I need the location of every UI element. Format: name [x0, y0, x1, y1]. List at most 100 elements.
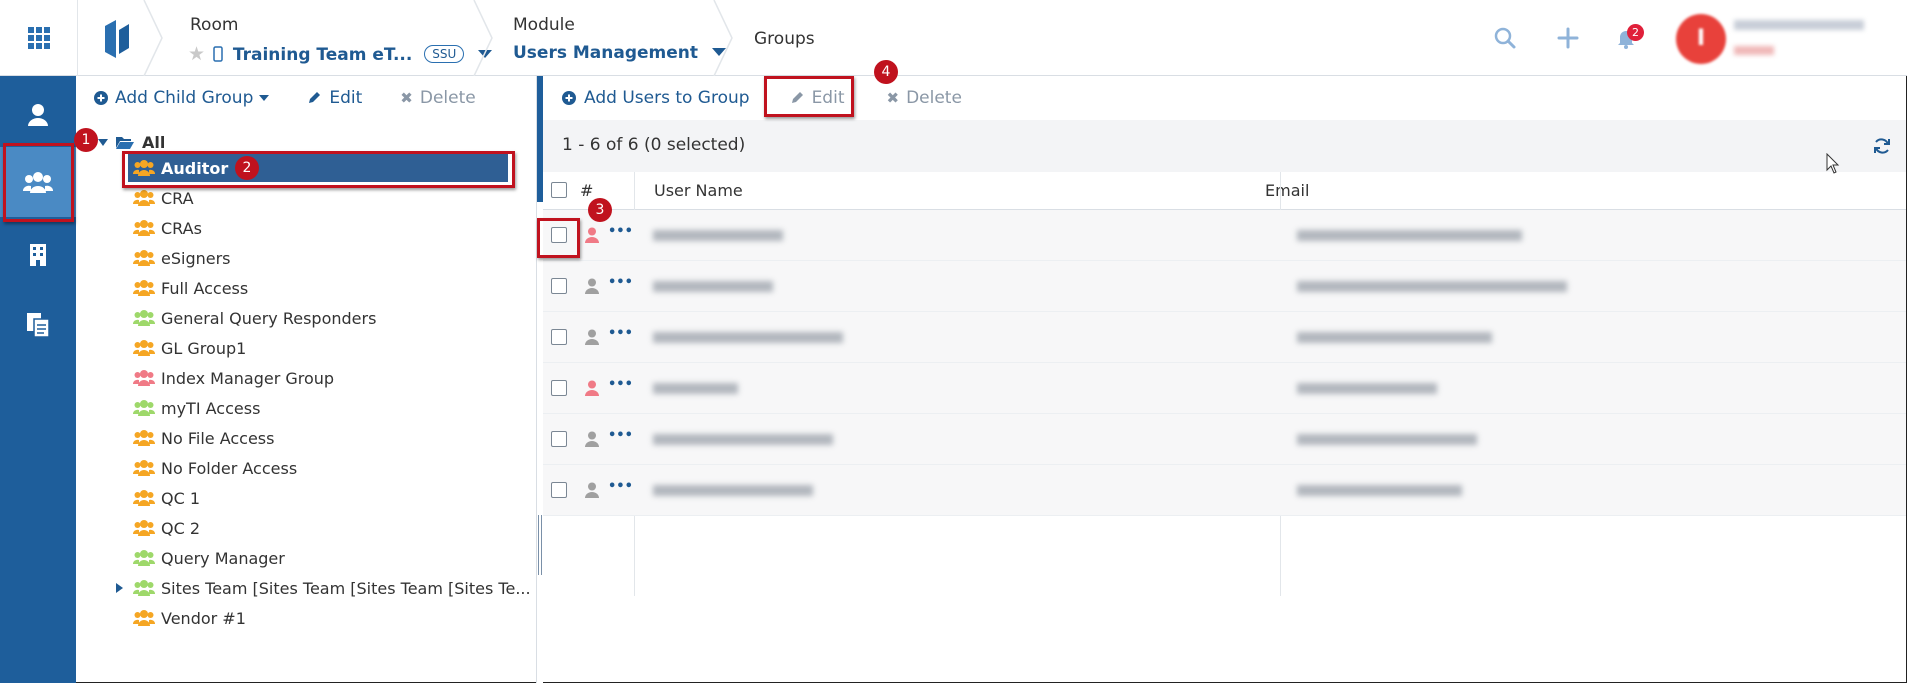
tree-item-label: GL Group1: [161, 338, 247, 358]
row-actions-icon[interactable]: •••: [608, 224, 633, 239]
tree-item[interactable]: General Query Responders: [133, 304, 376, 332]
tree-item-label: Query Manager: [161, 548, 285, 568]
mobile-icon: [213, 46, 223, 62]
tree-item[interactable]: CRAs: [133, 214, 202, 242]
resize-handle[interactable]: [538, 515, 542, 575]
add-users-label: Add Users to Group: [584, 88, 750, 108]
group-icon: [133, 340, 155, 356]
group-icon: [133, 310, 155, 326]
tree-item[interactable]: QC 1: [133, 484, 200, 512]
column-header-user-name[interactable]: User Name: [654, 181, 743, 200]
close-icon: ✖: [886, 89, 900, 107]
row-checkbox[interactable]: [551, 482, 567, 498]
tree-item[interactable]: Index Manager Group: [133, 364, 334, 392]
search-icon[interactable]: [1493, 26, 1517, 50]
tree-item-label: CRA: [161, 188, 194, 208]
tree-item[interactable]: No File Access: [133, 424, 274, 452]
collapse-icon[interactable]: [98, 138, 108, 146]
star-icon[interactable]: ★: [188, 43, 205, 65]
callout-box-auditor: [122, 151, 515, 188]
room-selector[interactable]: ★ Training Team eT... SSU: [188, 43, 493, 65]
tree-item-label: Index Manager Group: [161, 368, 335, 388]
add-child-group-button[interactable]: Add Child Group: [94, 88, 270, 108]
pencil-icon: [309, 92, 321, 103]
tree-item[interactable]: Full Access: [133, 274, 248, 302]
callout-badge-4: 4: [874, 60, 898, 84]
row-checkbox[interactable]: [551, 431, 567, 447]
tree-item[interactable]: No Folder Access: [133, 454, 297, 482]
table-row[interactable]: •••: [543, 210, 1906, 261]
column-header-num: #: [580, 181, 594, 200]
nav-users[interactable]: [0, 80, 76, 150]
row-checkbox[interactable]: [551, 278, 567, 294]
breadcrumb-room[interactable]: Room ★ Training Team eT... SSU: [188, 0, 493, 76]
tree-item[interactable]: GL Group1: [133, 334, 246, 362]
delete-group-button[interactable]: ✖ Delete: [400, 88, 475, 108]
row-actions-icon[interactable]: •••: [608, 377, 633, 392]
tree-item[interactable]: CRA: [133, 184, 194, 212]
tree-item-label: No File Access: [161, 428, 275, 448]
tree-item[interactable]: Query Manager: [133, 544, 285, 572]
user-icon: [585, 227, 599, 243]
row-actions-icon[interactable]: •••: [608, 275, 633, 290]
tree-item[interactable]: Vendor #1: [133, 604, 246, 632]
user-icon: [28, 104, 48, 126]
user-name-redacted: [653, 281, 773, 292]
module-label: Module: [513, 15, 575, 35]
tree-item-label: QC 1: [161, 488, 201, 508]
email-redacted: [1297, 281, 1567, 292]
group-members-panel: Add Users to Group Edit ✖ Delete 1 - 6 o…: [543, 76, 1906, 683]
tree-item[interactable]: Sites Team [Sites Team [Sites Team [Site…: [116, 574, 531, 602]
add-users-to-group-button[interactable]: Add Users to Group: [562, 88, 750, 108]
callout-box-checkbox: [537, 218, 580, 258]
breadcrumb-page: Groups: [754, 0, 854, 76]
row-actions-icon[interactable]: •••: [608, 479, 633, 494]
avatar[interactable]: I: [1676, 14, 1726, 64]
row-checkbox[interactable]: [551, 380, 567, 396]
module-name: Users Management: [513, 43, 699, 63]
select-all-checkbox[interactable]: [551, 182, 567, 198]
group-icon: [133, 220, 155, 236]
user-name-redacted: [653, 383, 738, 394]
group-icon: [133, 430, 155, 446]
apps-menu-button[interactable]: [0, 0, 78, 76]
breadcrumb-module[interactable]: Module Users Management: [513, 0, 726, 76]
delete-members-button[interactable]: ✖ Delete: [886, 88, 961, 108]
breadcrumb-separator-icon: [473, 0, 493, 76]
row-actions-icon[interactable]: •••: [608, 326, 633, 341]
nav-documents[interactable]: [0, 290, 76, 360]
tree-root-label: All: [142, 132, 166, 152]
pagination-bar: 1 - 6 of 6 (0 selected): [543, 120, 1906, 172]
top-bar: Room ★ Training Team eT... SSU Module Us…: [0, 0, 1907, 76]
refresh-icon[interactable]: [1872, 136, 1892, 156]
table-row[interactable]: •••: [543, 261, 1906, 312]
tree-item[interactable]: myTI Access: [133, 394, 260, 422]
mouse-cursor-icon: [1826, 153, 1840, 174]
tree-item-label: eSigners: [161, 248, 231, 268]
group-icon: [133, 550, 155, 566]
nav-organization[interactable]: [0, 220, 76, 290]
module-selector[interactable]: Users Management: [513, 43, 726, 63]
app-logo-icon: [105, 20, 129, 58]
edit-group-button[interactable]: Edit: [307, 88, 362, 108]
callout-box-nav-groups: [3, 143, 74, 222]
tree-item-label: Full Access: [161, 278, 249, 298]
column-header-email[interactable]: Email: [1265, 181, 1309, 200]
table-row[interactable]: •••: [543, 414, 1906, 465]
group-icon: [133, 580, 155, 596]
expand-icon[interactable]: [116, 583, 123, 593]
user-name-redacted: [1734, 20, 1864, 30]
building-icon: [30, 244, 46, 266]
group-icon: [133, 610, 155, 626]
tree-item[interactable]: QC 2: [133, 514, 200, 542]
email-redacted: [1297, 485, 1462, 496]
table-row[interactable]: •••: [543, 312, 1906, 363]
table-row[interactable]: •••: [543, 465, 1906, 516]
row-checkbox[interactable]: [551, 329, 567, 345]
user-name-redacted: [653, 332, 843, 343]
tree-item[interactable]: eSigners: [133, 244, 231, 272]
selection-count: 1 - 6 of 6 (0 selected): [562, 135, 746, 155]
table-row[interactable]: •••: [543, 363, 1906, 414]
plus-icon[interactable]: [1556, 26, 1580, 50]
row-actions-icon[interactable]: •••: [608, 428, 633, 443]
